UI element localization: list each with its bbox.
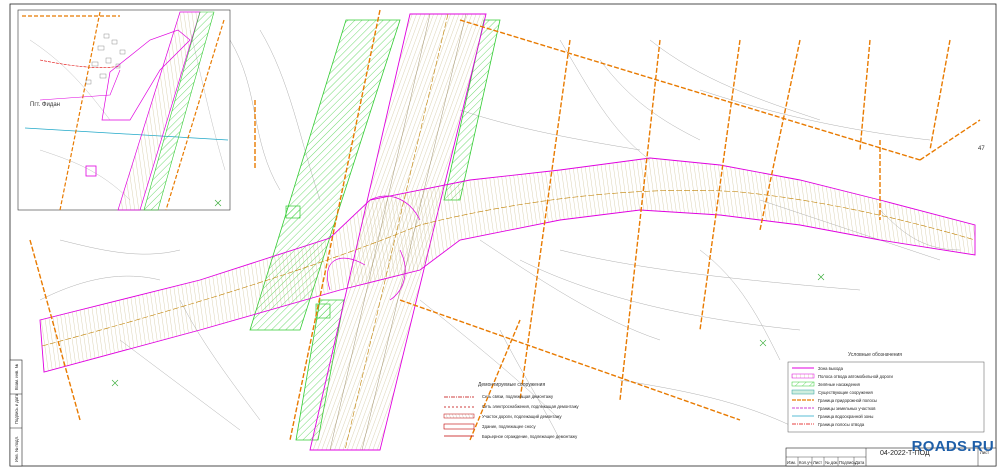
drawing-page: Демонтируемые сооружения Сеть связи, под… [0,0,1000,471]
legend-right-item-6: Границы земельных участков [818,406,876,411]
sheet-number: 47 [978,146,985,152]
watermark-logo: ROADS.RU [911,438,994,455]
side-stamp: Взам. инв. № Подпись и дата Инв. № подл. [9,359,23,467]
title-col-4: № док. [825,460,838,465]
legend-right-item-8: Граница полосы отвода [818,422,865,427]
title-col-2: Кол.уч [799,460,812,465]
side-stamp-label-3: Инв. № подл. [14,436,19,462]
legend-left-item-4: Здание, подлежащее сносу [482,424,536,429]
legend-right-item-7: Граница водоохранной зоны [818,414,873,419]
legend-right-item-4: Существующие сооружения [818,390,873,395]
green-structure-1 [285,205,301,219]
legend-left-item-3: Участок дороги, подлежащий демонтажу [482,414,563,419]
legend-right-item-1: Зона выхода [818,366,844,371]
side-stamp-label-1: Взам. инв. № [14,364,19,390]
title-col-3: Лист [813,460,822,465]
legend-left-item-1: Сеть связи, подлежащая демонтажу [482,394,554,399]
legend-right-item-2: Полоса отвода автомобильной дороги [818,374,893,379]
title-col-1: Изм. [787,460,796,465]
road-plan-drawing: Демонтируемые сооружения Сеть связи, под… [9,3,997,467]
side-stamp-label-2: Подпись и дата [14,393,19,424]
legend-left-item-2: Сеть электроснабжения, подлежащая демонт… [482,404,580,409]
legend-left-item-5: Барьерное ограждение, подлежащее демонта… [482,434,578,439]
legend-right-title: Условные обозначения [848,352,902,358]
legend-right-item-3: Зелёные насаждения [818,382,860,387]
legend-demolition: Демонтируемые сооружения Сеть связи, под… [443,382,580,439]
legend-conventions: Условные обозначения Зона выхода Полоса … [787,352,985,433]
inset-place-label: Пгт. Фидан [30,102,60,108]
title-col-6: Дата [855,460,865,465]
legend-left-title: Демонтируемые сооружения [478,382,545,388]
title-col-5: Подпись [839,460,856,465]
legend-right-item-5: Граница придорожной полосы [818,398,877,403]
